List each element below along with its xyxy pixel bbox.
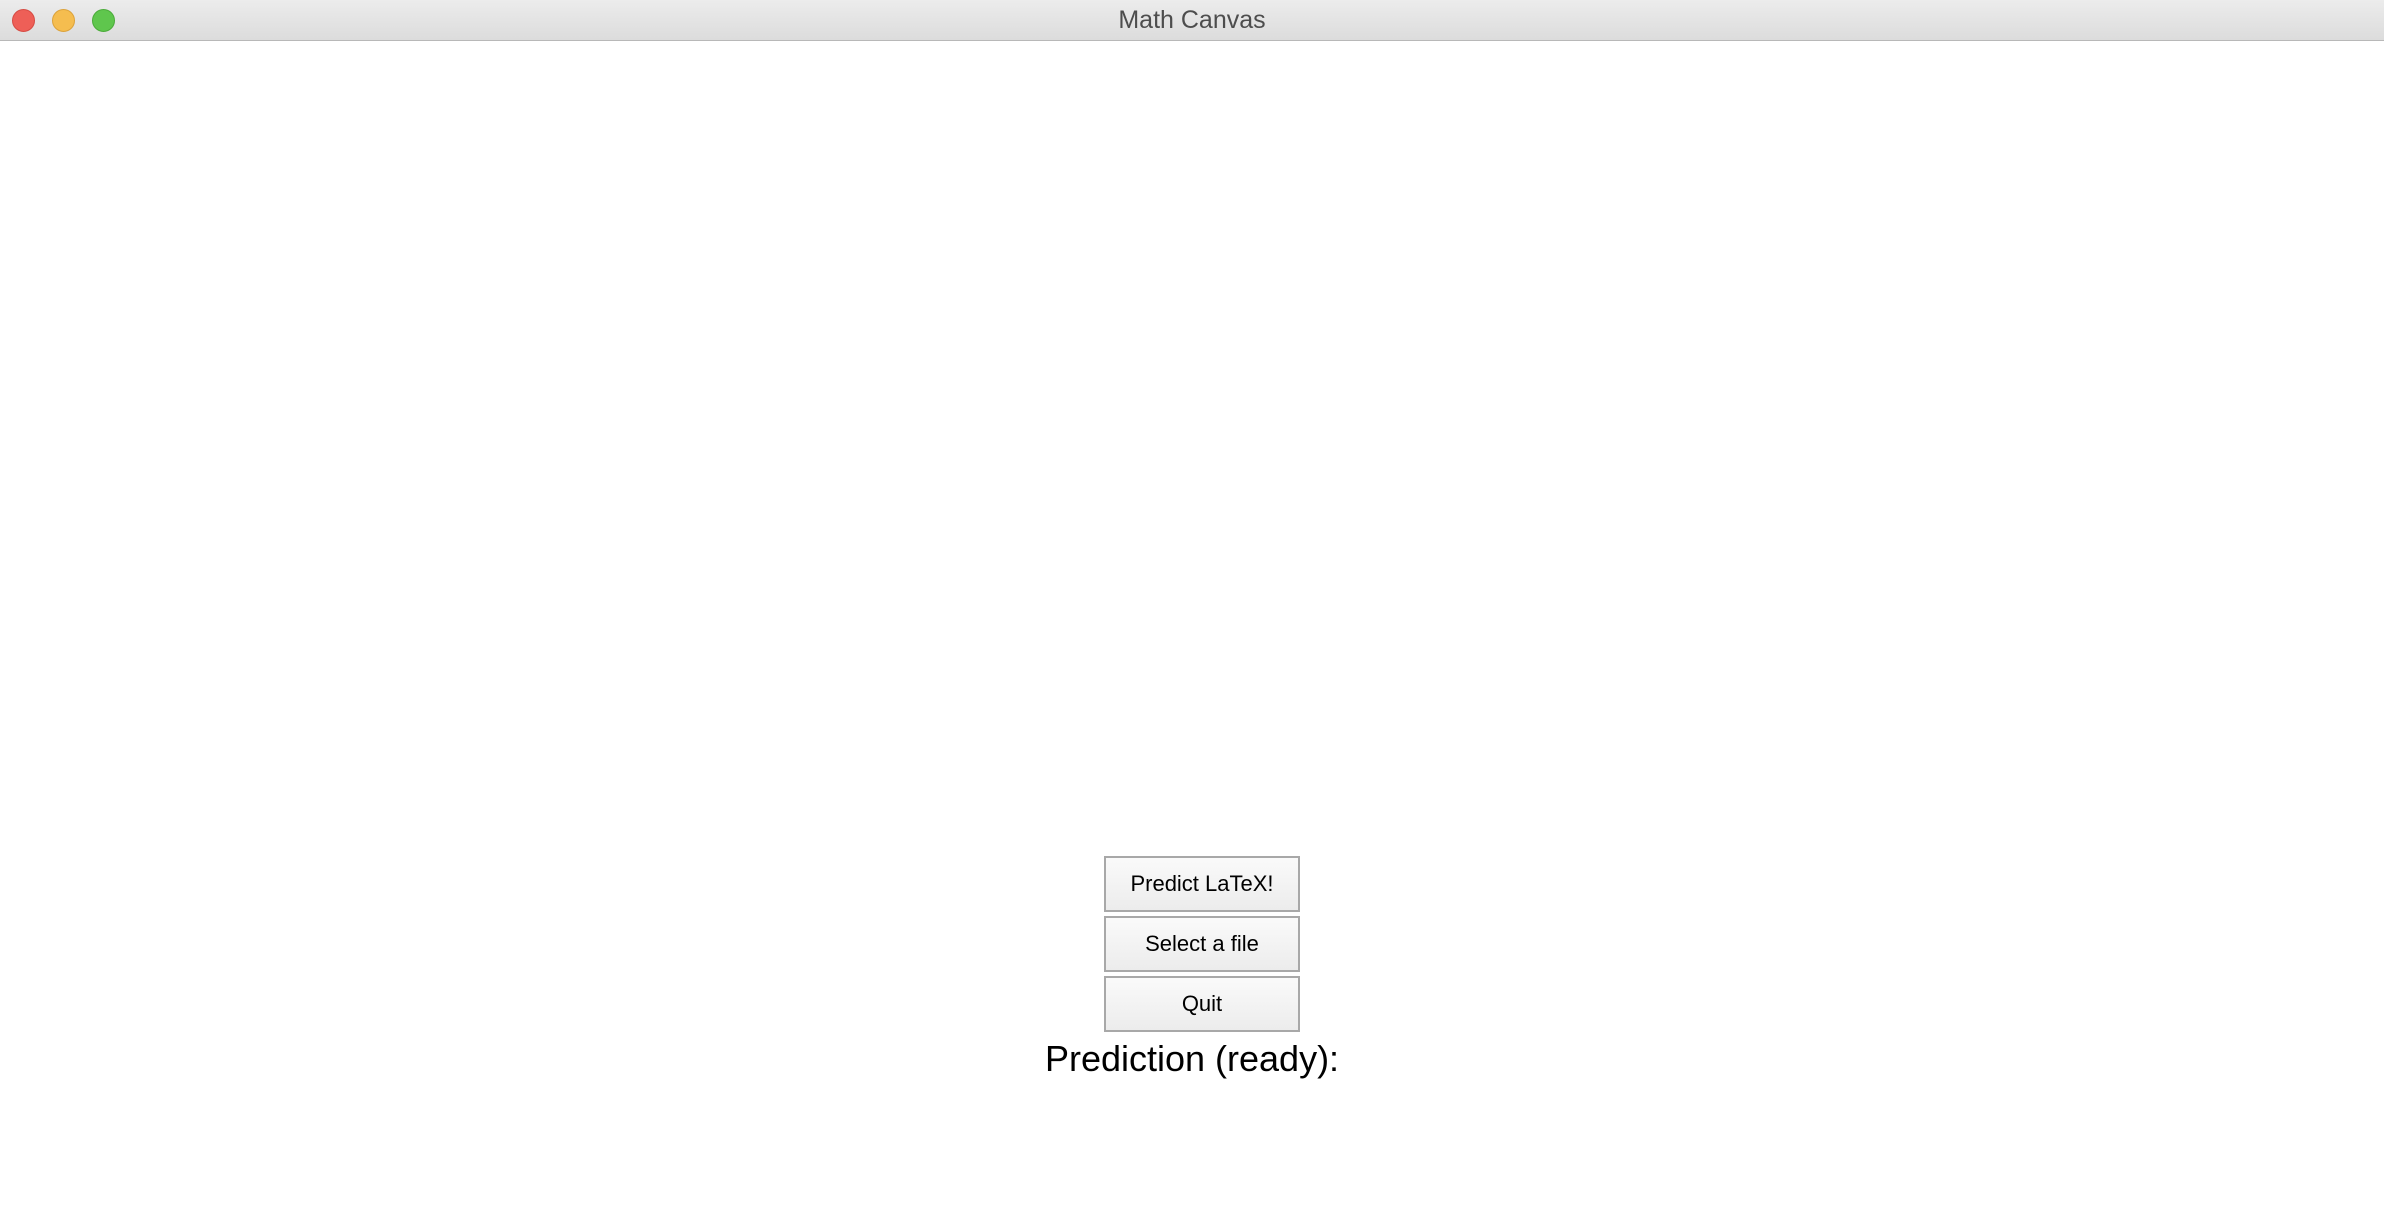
prediction-label: Prediction (ready):	[1044, 1038, 1340, 1079]
quit-button[interactable]: Quit	[1104, 976, 1300, 1032]
window-title: Math Canvas	[1118, 6, 1266, 34]
select-file-button[interactable]: Select a file	[1104, 916, 1300, 972]
predict-latex-button[interactable]: Predict LaTeX!	[1104, 856, 1300, 912]
title-bar[interactable]: Math Canvas	[0, 0, 2384, 41]
drawing-canvas[interactable]	[0, 41, 2384, 851]
app-window: Math Canvas Predict LaTeX! Select a file…	[0, 0, 2384, 1232]
